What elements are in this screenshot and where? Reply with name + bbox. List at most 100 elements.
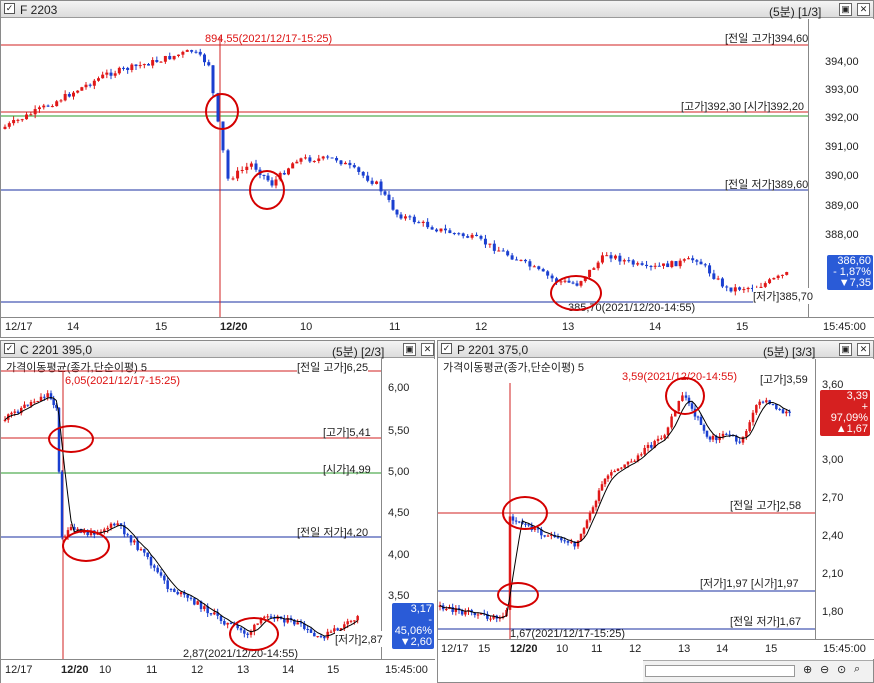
y-tick: 389,00: [825, 200, 859, 212]
day-low-label: [저가]2,87: [335, 631, 383, 647]
close-icon[interactable]: ✕: [857, 343, 870, 356]
left-period: (5분) [2/3]: [332, 345, 385, 359]
price-value: 3,17: [410, 603, 432, 615]
candle: [725, 433, 728, 435]
candle: [489, 618, 492, 620]
candle: [163, 55, 167, 62]
candle: [788, 411, 791, 413]
check-icon[interactable]: ✓: [4, 3, 15, 14]
search-icon[interactable]: ⌕: [854, 663, 860, 676]
candle: [510, 255, 514, 260]
candle: [155, 60, 159, 62]
candle: [417, 222, 421, 224]
highlight-circle: [665, 377, 705, 415]
candle: [506, 251, 510, 256]
right-y-axis[interactable]: 3,60 3,00 2,70 2,40 2,10 1,80 3,39 + 97,…: [815, 359, 874, 657]
y-tick: 388,00: [825, 229, 859, 241]
candle: [16, 119, 20, 121]
candle: [356, 616, 359, 621]
candle: [720, 278, 724, 287]
candle: [37, 107, 41, 110]
zoom-out-icon[interactable]: ⊖: [820, 663, 829, 676]
right-x-axis[interactable]: 12/17 15 12/20 10 11 12 13 14 15 15:45:0…: [438, 639, 874, 659]
x-tick: 15: [327, 664, 340, 676]
candle: [139, 549, 143, 551]
candle: [352, 165, 356, 168]
right-title-bar[interactable]: ✓ P 2201 375,0 (5분) [3/3] ▣ ✕: [438, 341, 873, 359]
left-title-bar[interactable]: ✓ C 2201 395,0 (5분) [2/3] ▣ ✕: [1, 341, 434, 359]
candle: [143, 549, 146, 553]
top-title-bar[interactable]: ✓ F 2203 (5분) [1/3] ▣ ✕: [1, 1, 873, 19]
candle: [313, 632, 316, 637]
close-icon[interactable]: ✕: [421, 343, 434, 356]
candle: [501, 250, 505, 252]
highlight-circle: [502, 496, 548, 530]
candle: [223, 621, 226, 625]
x-tick: 12: [629, 643, 642, 655]
y-tick: 2,40: [822, 530, 844, 542]
candle: [532, 266, 536, 268]
prev-high-label: [전일 고가]394,60: [725, 33, 809, 45]
x-tick: 10: [556, 643, 569, 655]
maximize-icon[interactable]: ▣: [839, 3, 852, 16]
candle: [326, 156, 330, 158]
candle: [550, 275, 554, 279]
candle: [172, 55, 176, 60]
maximize-icon[interactable]: ▣: [839, 343, 852, 356]
close-icon[interactable]: ✕: [857, 3, 870, 16]
highlight-circle: [62, 530, 110, 562]
x-tick: 13: [237, 664, 250, 676]
top-x-axis[interactable]: 12/17 14 15 12/20 10 11 12 13 14 15 15:4…: [1, 317, 874, 337]
x-tick: 15:45:00: [823, 643, 866, 655]
candle: [357, 167, 361, 172]
candle: [596, 262, 600, 269]
candle: [101, 74, 105, 79]
check-icon[interactable]: ✓: [4, 343, 15, 354]
candle: [699, 417, 703, 426]
scroll-zoom-bar[interactable]: ⊕ ⊖ ⊙ ⌕: [643, 660, 873, 682]
candle: [666, 427, 670, 436]
zoom-in-icon[interactable]: ⊕: [803, 663, 812, 676]
candle: [541, 269, 545, 272]
prev-low-label: [전일 저가]4,20: [297, 527, 369, 539]
x-tick: 12/17: [5, 664, 33, 676]
candle: [196, 601, 199, 605]
left-y-axis[interactable]: 6,00 5,50 5,00 4,50 4,00 3,50 3,17 - 45,…: [381, 359, 435, 659]
candle: [339, 160, 343, 165]
candle: [691, 258, 695, 261]
candle: [25, 114, 29, 120]
left-title: C 2201 395,0: [20, 343, 93, 357]
candle: [755, 405, 758, 413]
candle: [282, 172, 286, 175]
candle: [387, 194, 391, 200]
candle: [134, 64, 138, 67]
price-pct: - 45,06%: [394, 614, 432, 637]
candle: [729, 287, 733, 292]
x-tick: 14: [649, 321, 662, 333]
y-tick: 6,00: [388, 382, 410, 394]
scrollbar[interactable]: [645, 665, 795, 677]
candle: [29, 401, 33, 406]
candle: [153, 565, 156, 568]
x-tick: 12/17: [5, 321, 33, 333]
candle: [319, 636, 323, 638]
x-tick: 15: [478, 643, 491, 655]
candle: [151, 60, 155, 66]
candle: [546, 271, 550, 276]
left-x-axis[interactable]: 12/17 12/20 10 11 12 13 14 15 15:45:00: [1, 659, 435, 683]
candle: [189, 597, 193, 599]
top-y-axis[interactable]: 394,00 393,00 392,00 391,00 390,00 389,0…: [808, 19, 874, 317]
left-plot[interactable]: [1, 359, 381, 659]
maximize-icon[interactable]: ▣: [403, 343, 416, 356]
top-title: F 2203: [20, 3, 58, 17]
x-tick: 14: [282, 664, 295, 676]
x-tick: 15:45:00: [823, 321, 866, 333]
candle: [240, 169, 244, 171]
candle: [309, 629, 313, 633]
zoom-reset-icon[interactable]: ⊙: [837, 663, 846, 676]
candle: [466, 236, 470, 238]
candle: [7, 123, 11, 127]
check-icon[interactable]: ✓: [441, 343, 452, 354]
candle: [109, 523, 113, 528]
top-plot[interactable]: [1, 19, 808, 317]
